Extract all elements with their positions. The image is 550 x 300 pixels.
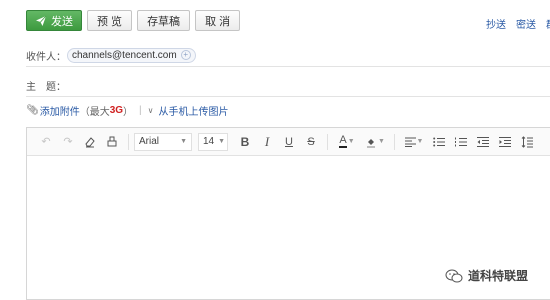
outdent-icon[interactable] [472,132,494,152]
bold-button[interactable]: B [234,132,256,152]
attachment-row: 📎︎ 添加附件 （最大 3G ） | ∨ 从手机上传图片 [26,103,229,118]
font-size-value: 14 [203,136,215,147]
chevron-down-icon[interactable]: ∨ [148,106,154,115]
subject-input[interactable] [66,77,550,93]
recipient-options: 抄送 密送 群 [486,16,550,31]
toolbar-separator [128,133,129,150]
phone-upload-link[interactable]: 从手机上传图片 [159,103,229,118]
toolbar-separator [327,133,328,150]
font-color-button[interactable]: A ▼ [333,132,361,152]
limit-value: 3G [109,105,124,116]
paperclip-icon: 📎︎ [26,105,39,116]
font-family-value: Arial [139,136,160,147]
paper-plane-icon [36,15,47,26]
add-contact-icon[interactable]: + [180,50,191,60]
subject-label: 主 题： [26,81,66,93]
recipient-email: channels@tencent.com [72,49,177,61]
limit-open: （最大 [79,107,110,118]
limit-close: ） [123,107,134,118]
cancel-button[interactable]: 取 消 [195,10,241,31]
strikethrough-button[interactable]: S [300,132,322,152]
font-size-select[interactable]: 14 ▼ [198,132,228,151]
format-painter-icon[interactable] [101,132,123,152]
chevron-down-icon: ▼ [180,138,187,145]
add-attachment-link[interactable]: 添加附件 [40,103,80,118]
subject-row: 主 题： [26,75,550,95]
divider [26,66,550,67]
numbered-list-icon[interactable] [450,132,472,152]
bullet-list-icon[interactable] [428,132,450,152]
chevron-down-icon: ▼ [378,138,385,145]
chevron-down-icon: ▼ [347,138,355,145]
undo-icon[interactable]: ↶ [35,132,57,152]
bcc-link[interactable]: 密送 [516,16,536,31]
send-button[interactable]: 发送 [26,10,82,31]
preview-button[interactable]: 预 览 [87,10,133,31]
align-left-icon [404,137,416,147]
eraser-icon[interactable] [79,132,101,152]
chat-bubble-icon [445,269,463,282]
format-toolbar: ↶ ↷ Arial ▼ 14 ▼ B I U S A ▼ ▼ ▼ [27,128,550,156]
toolbar-separator [394,133,395,150]
save-draft-button[interactable]: 存草稿 [137,10,191,31]
highlight-button[interactable]: ▼ [361,132,389,152]
recipient-chip[interactable]: channels@tencent.com + [67,47,196,63]
cc-link[interactable]: 抄送 [486,16,506,31]
recipient-label: 收件人： [26,51,66,63]
line-height-icon[interactable] [516,132,538,152]
font-family-select[interactable]: Arial ▼ [134,132,192,151]
recipient-row: 收件人： channels@tencent.com + [26,45,550,65]
italic-button[interactable]: I [256,132,278,152]
chevron-down-icon: ▼ [218,138,226,145]
redo-icon[interactable]: ↷ [57,132,79,152]
indent-icon[interactable] [494,132,516,152]
align-button[interactable]: ▼ [400,132,428,152]
send-label: 发送 [51,15,73,28]
separator: | [139,105,142,116]
underline-button[interactable]: U [278,132,300,152]
watermark-text: 道科特联盟 [467,269,528,283]
font-color-label: A [339,134,347,148]
watermark: 道科特联盟 [445,267,528,284]
group-link[interactable]: 群 [546,16,550,31]
compose-toolbar: 发送 预 览 存草稿 取 消 [26,10,241,32]
chevron-down-icon: ▼ [416,138,424,145]
divider [26,96,550,97]
fill-bucket-icon [367,138,376,148]
